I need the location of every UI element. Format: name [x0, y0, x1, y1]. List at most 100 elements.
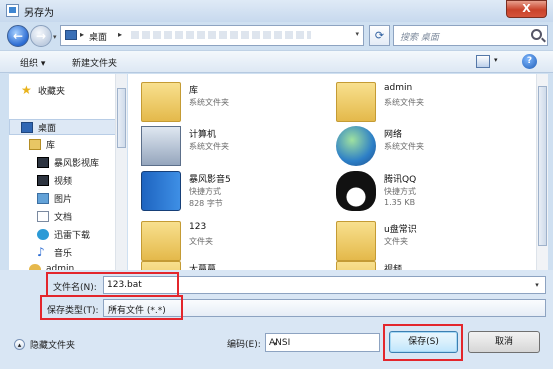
star-icon: ★ — [21, 83, 32, 97]
navigation-pane: ★ 收藏夹 桌面 库 暴风影视库 视频 图片 文档 迅雷下载 ♪ 音乐 admi… — [9, 74, 127, 270]
item-type: 快捷方式 — [189, 187, 221, 196]
breadcrumb-desktop[interactable]: 桌面 — [89, 30, 107, 43]
nav-favorites[interactable]: ★ 收藏夹 — [21, 82, 65, 98]
pictures-icon — [37, 192, 49, 204]
scrollbar-thumb[interactable] — [117, 88, 126, 148]
item-name: 视频 — [384, 265, 403, 270]
encoding-label: 编码(E): — [227, 340, 261, 350]
video-icon — [37, 174, 49, 186]
list-item[interactable]: 计算机 系统文件夹 — [141, 122, 331, 172]
item-type: 系统文件夹 — [384, 98, 424, 107]
item-type: 系统文件夹 — [189, 98, 229, 107]
nav-item-music[interactable]: ♪ 音乐 — [37, 244, 72, 260]
item-name: 123 — [189, 222, 207, 232]
item-type: 文件夹 — [189, 237, 213, 246]
nav-label: 迅雷下载 — [54, 230, 91, 241]
documents-icon — [37, 210, 49, 222]
view-dropdown-icon[interactable]: ▾ — [494, 56, 498, 64]
folder-icon — [141, 221, 181, 261]
library-icon — [29, 138, 41, 150]
hide-folders-toggle[interactable]: ▴ 隐藏文件夹 — [14, 338, 75, 351]
nav-label: 图片 — [54, 194, 73, 205]
window-title: 另存为 — [24, 8, 54, 19]
nav-library[interactable]: 库 — [29, 136, 55, 152]
list-item[interactable]: 网络 系统文件夹 — [336, 122, 526, 172]
cancel-button[interactable]: 取消 — [468, 331, 540, 353]
desktop-location-icon — [65, 30, 77, 40]
nav-label: 视频 — [54, 176, 73, 187]
notepad-icon — [6, 4, 19, 17]
nav-desktop[interactable]: 桌面 — [21, 119, 56, 135]
list-item[interactable]: 腾讯QQ 快捷方式 1.35 KB — [336, 167, 526, 217]
user-folder-icon — [336, 82, 376, 122]
desktop-icon — [21, 121, 33, 133]
nav-user[interactable]: admin — [29, 261, 74, 270]
forward-button[interactable]: → — [30, 25, 52, 47]
network-globe-icon — [336, 126, 376, 166]
search-input[interactable]: 搜索 桌面 — [393, 25, 548, 46]
content-scrollbar[interactable] — [536, 74, 548, 270]
encoding-select[interactable]: ANSI ▾ — [265, 333, 380, 352]
item-name: u盘常识 — [384, 225, 417, 235]
nav-label: 收藏夹 — [38, 86, 66, 97]
nav-item-documents[interactable]: 文档 — [37, 208, 72, 224]
nav-label: 暴风影视库 — [54, 158, 100, 169]
nav-label: 库 — [46, 140, 56, 151]
item-name: admin — [384, 83, 413, 93]
address-dropdown-icon[interactable]: ▾ — [355, 30, 359, 38]
history-dropdown-icon[interactable]: ▾ — [53, 33, 57, 41]
baofeng-icon — [141, 171, 181, 211]
list-item[interactable]: 视频 — [336, 257, 526, 270]
back-button[interactable]: ← — [7, 25, 29, 47]
view-icon[interactable] — [476, 55, 490, 68]
help-button[interactable]: ? — [522, 54, 537, 69]
computer-icon — [141, 126, 181, 166]
scrollbar-thumb[interactable] — [538, 86, 547, 246]
hide-folders-label: 隐藏文件夹 — [30, 341, 76, 351]
item-name: 腾讯QQ — [384, 175, 417, 185]
nav-label: 文档 — [54, 212, 73, 223]
item-name: 暴风影音5 — [189, 175, 231, 185]
file-list: 库 系统文件夹 admin 系统文件夹 计算机 系统文件夹 网络 系统文件夹 暴… — [128, 74, 546, 270]
folder-icon — [336, 261, 376, 270]
new-folder-button[interactable]: 新建文件夹 — [72, 56, 117, 69]
nav-scrollbar[interactable] — [115, 74, 127, 270]
list-item[interactable]: admin 系统文件夹 — [336, 78, 526, 128]
item-type: 文件夹 — [384, 237, 408, 246]
close-button[interactable]: X — [506, 0, 547, 18]
chevron-down-icon[interactable]: ▾ — [531, 279, 543, 291]
download-icon — [37, 228, 49, 240]
chevron-down-icon[interactable]: ▾ — [269, 338, 281, 350]
nav-item-thunder-downloads[interactable]: 迅雷下载 — [37, 226, 90, 242]
nav-item-pictures[interactable]: 图片 — [37, 190, 72, 206]
list-item[interactable]: 库 系统文件夹 — [141, 78, 331, 128]
nav-label: 音乐 — [54, 248, 73, 259]
save-as-dialog: 另存为 X ← → ▾ ▸ 桌面 ▸ ▾ ⟳ 搜索 桌面 组织 ▾ 新建文件夹 … — [0, 0, 553, 369]
title-bar: 另存为 X — [0, 0, 553, 22]
nav-label: 桌面 — [38, 123, 57, 134]
item-size: 1.35 KB — [384, 198, 416, 207]
nav-item-baofeng-library[interactable]: 暴风影视库 — [37, 154, 99, 170]
highlight-box — [40, 295, 183, 320]
command-bar: 组织 ▾ 新建文件夹 ▾ ? — [0, 50, 553, 73]
address-bar[interactable]: ▸ 桌面 ▸ ▾ — [60, 25, 364, 46]
highlight-box — [46, 272, 179, 297]
chevron-right-icon[interactable]: ▸ — [118, 30, 122, 39]
item-type: 系统文件夹 — [189, 142, 229, 151]
nav-item-videos[interactable]: 视频 — [37, 172, 72, 188]
item-type: 快捷方式 — [384, 187, 416, 196]
item-name: 网络 — [384, 130, 403, 140]
refresh-button[interactable]: ⟳ — [369, 25, 390, 46]
list-item[interactable]: 大蔓蔓 — [141, 257, 331, 270]
folder-icon — [141, 261, 181, 270]
item-name: 库 — [189, 86, 199, 96]
folder-icon — [336, 221, 376, 261]
search-placeholder: 搜索 桌面 — [400, 33, 439, 43]
chevron-right-icon[interactable]: ▸ — [80, 30, 84, 39]
highlight-box — [383, 324, 463, 361]
chevron-up-icon: ▴ — [14, 339, 25, 350]
organize-button[interactable]: 组织 ▾ — [20, 56, 45, 69]
list-item[interactable]: 暴风影音5 快捷方式 828 字节 — [141, 167, 331, 217]
media-library-icon — [37, 156, 49, 168]
search-icon[interactable] — [531, 29, 542, 40]
